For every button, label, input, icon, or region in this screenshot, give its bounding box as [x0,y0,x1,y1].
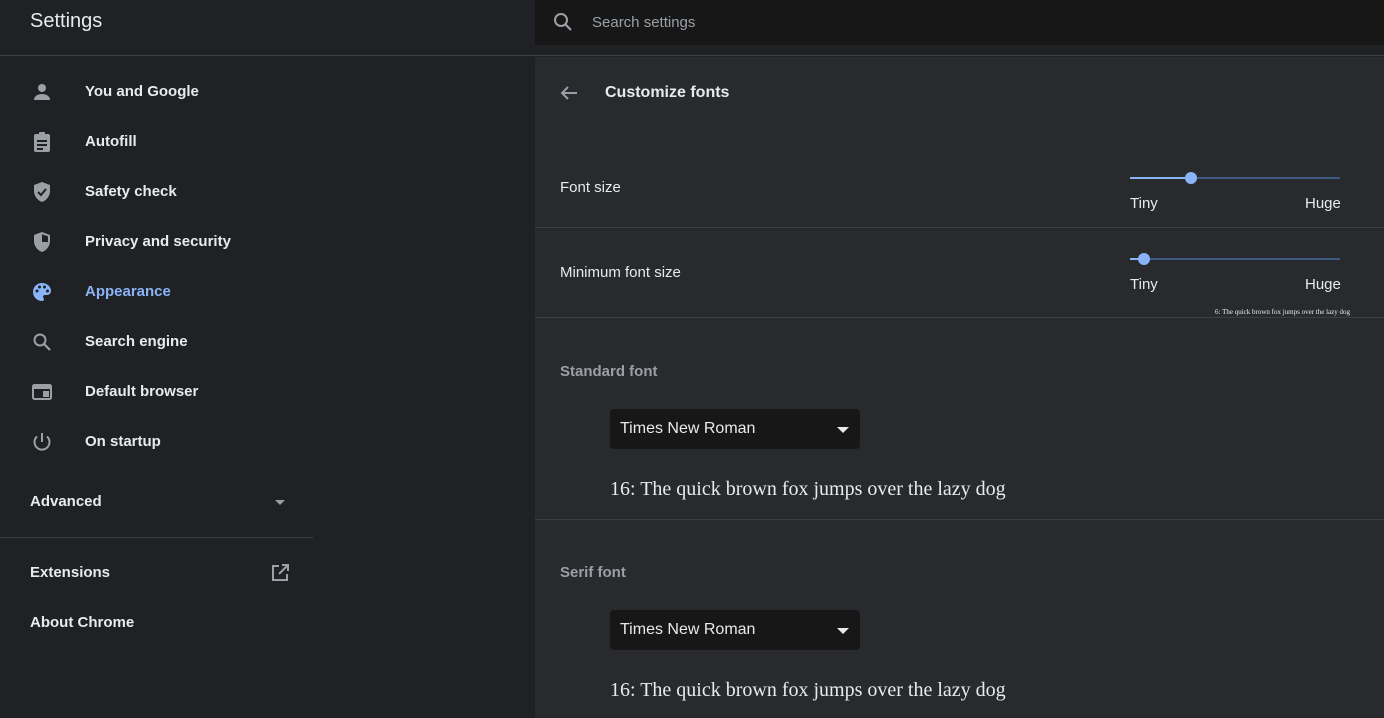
sidebar-item-privacy-and-security[interactable]: Privacy and security [0,217,313,267]
font-size-max-label: Huge [1305,195,1341,212]
sidebar-item-label: Privacy and security [85,233,231,250]
font-size-slider[interactable] [1130,168,1340,188]
sidebar-item-label: Search engine [85,333,188,350]
open-in-new-icon [268,561,292,585]
search-box[interactable] [535,0,1384,45]
minimum-font-size-slider[interactable] [1130,249,1340,269]
chevron-down-icon [275,500,285,505]
sidebar-item-label: Safety check [85,183,177,200]
dropdown-arrow-icon [837,427,849,433]
sidebar-item-you-and-google[interactable]: You and Google [0,67,313,117]
slider-track [1130,258,1340,260]
sidebar-item-label: You and Google [85,83,199,100]
serif-font-sample: 16: The quick brown fox jumps over the l… [610,679,1006,701]
sidebar-item-on-startup[interactable]: On startup [0,417,313,467]
extensions-label: Extensions [30,564,111,581]
search-input[interactable] [592,12,1192,32]
palette-icon [30,280,54,304]
sidebar: You and Google Autofill Safety check Pri… [0,57,313,718]
browser-icon [30,380,54,404]
clipboard-icon [30,130,54,154]
sidebar-item-label: Autofill [85,133,137,150]
app-title: Settings [30,10,103,32]
slider-knob[interactable] [1185,172,1197,184]
standard-font-value: Times New Roman [620,420,756,437]
shield-check-icon [30,180,54,204]
sidebar-item-label: Default browser [85,383,199,400]
dropdown-arrow-icon [837,628,849,634]
page-title: Customize fonts [605,84,730,101]
about-label: About Chrome [30,614,135,631]
person-icon [30,80,54,104]
row-divider [535,227,1384,228]
serif-font-select[interactable]: Times New Roman [610,610,860,650]
row-divider [535,317,1384,318]
search-icon [551,10,575,34]
sidebar-item-safety-check[interactable]: Safety check [0,167,313,217]
settings-card: Customize fonts Font size Tiny Huge Mini… [535,57,1384,718]
sidebar-item-appearance[interactable]: Appearance [0,267,313,317]
standard-font-select[interactable]: Times New Roman [610,409,860,449]
sidebar-divider [0,537,313,538]
back-arrow-icon[interactable] [557,81,581,105]
slider-fill [1130,177,1191,179]
slider-knob[interactable] [1138,253,1150,265]
sidebar-item-label: Appearance [85,283,171,300]
sidebar-item-default-browser[interactable]: Default browser [0,367,313,417]
font-size-min-label: Tiny [1130,195,1158,212]
shield-half-icon [30,230,54,254]
advanced-toggle[interactable]: Advanced [0,477,313,527]
standard-font-heading: Standard font [560,363,658,380]
power-icon [30,430,54,454]
sidebar-item-autofill[interactable]: Autofill [0,117,313,167]
row-divider [535,519,1384,520]
serif-font-heading: Serif font [560,564,626,581]
sidebar-item-extensions[interactable]: Extensions [0,548,313,598]
font-size-label: Font size [560,179,621,196]
sidebar-item-search-engine[interactable]: Search engine [0,317,313,367]
standard-font-sample: 16: The quick brown fox jumps over the l… [610,478,1006,500]
minimum-font-size-sample: 6: The quick brown fox jumps over the la… [1215,308,1350,316]
serif-font-value: Times New Roman [620,621,756,638]
sidebar-item-about-chrome[interactable]: About Chrome [0,598,313,648]
sidebar-item-label: On startup [85,433,161,450]
minimum-font-size-min-label: Tiny [1130,276,1158,293]
search-icon [30,330,54,354]
minimum-font-size-max-label: Huge [1305,276,1341,293]
minimum-font-size-label: Minimum font size [560,264,681,281]
advanced-label: Advanced [30,493,102,510]
